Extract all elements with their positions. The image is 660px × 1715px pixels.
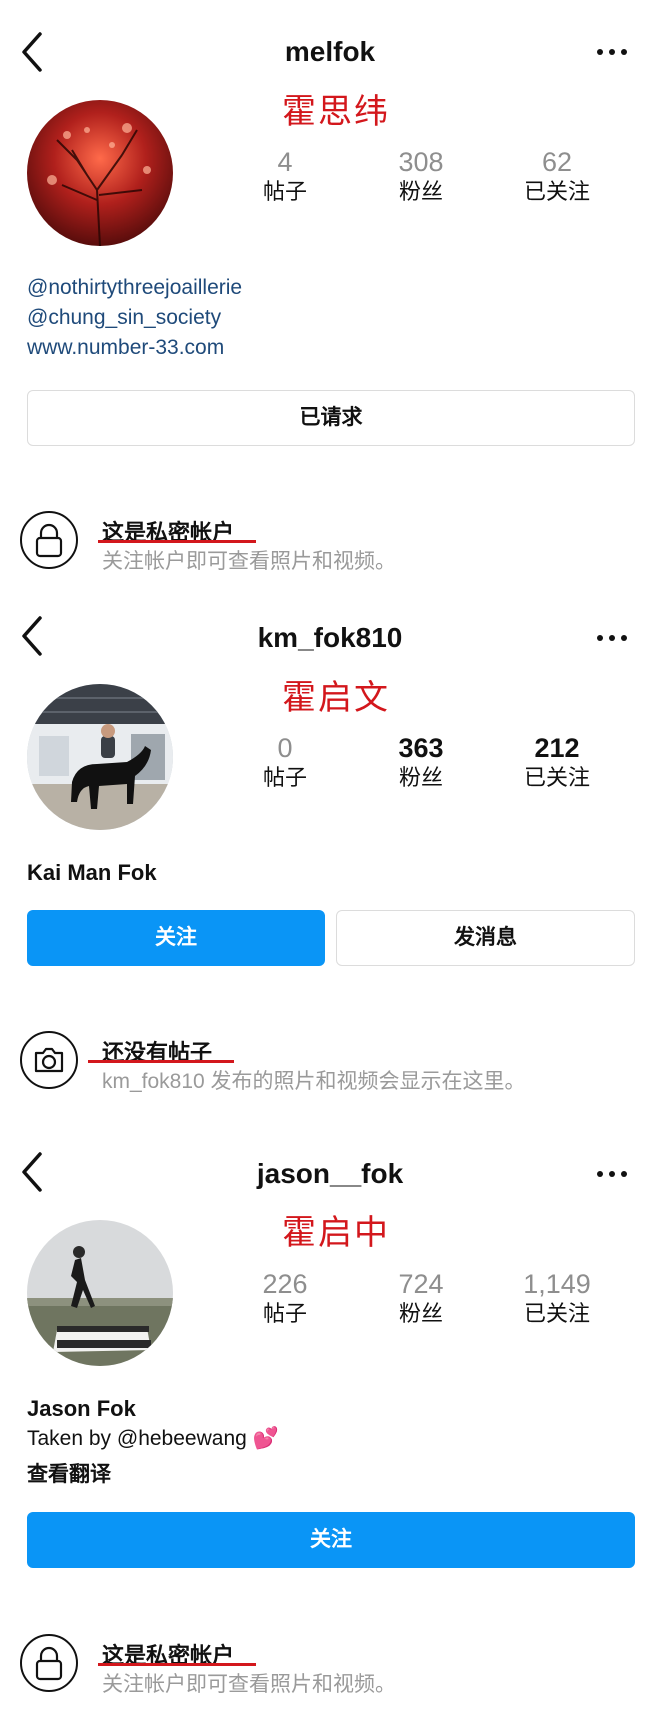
lock-icon	[20, 1634, 78, 1692]
no-posts-subtitle: km_fok810 发布的照片和视频会显示在这里。	[102, 1070, 526, 1093]
more-dots-icon[interactable]	[592, 628, 632, 653]
stat-followers-label: 粉丝	[398, 1301, 443, 1326]
avatar[interactable]	[27, 100, 173, 246]
more-dots-icon[interactable]	[592, 1164, 632, 1189]
camera-icon	[20, 1031, 78, 1089]
lock-icon	[20, 511, 78, 569]
stat-followers[interactable]: 724 粉丝	[361, 1268, 481, 1328]
annotation-chinese-name: 霍思纬	[282, 92, 390, 132]
private-account-subtitle: 关注帐户即可查看照片和视频。	[102, 1673, 396, 1696]
annotation-chinese-name: 霍启中	[282, 1213, 390, 1253]
annotation-underline	[98, 1663, 256, 1666]
bio-text: Taken by @hebeewang 💕	[27, 1427, 279, 1450]
see-translation-link[interactable]: 查看翻译	[27, 1458, 111, 1488]
profile-username: melfok	[284, 36, 376, 67]
bio-link-1[interactable]: @nothirtythreejoaillerie	[27, 276, 242, 300]
stat-followers[interactable]: 363 粉丝	[361, 732, 481, 792]
profile-username: km_fok810	[257, 622, 403, 653]
stat-following-label: 已关注	[523, 1301, 590, 1326]
follow-button[interactable]: 关注	[27, 1512, 635, 1568]
requested-button[interactable]: 已请求	[27, 390, 635, 446]
stat-following-count: 62	[541, 147, 573, 177]
stat-followers-label: 粉丝	[398, 765, 443, 790]
message-button[interactable]: 发消息	[336, 910, 635, 966]
display-name: Kai Man Fok	[27, 860, 157, 885]
stat-following-label: 已关注	[523, 765, 590, 790]
annotation-underline	[98, 540, 256, 543]
profile-username: jason__fok	[256, 1158, 404, 1189]
stat-followers-label: 粉丝	[398, 179, 443, 204]
stat-following[interactable]: 1,149 已关注	[497, 1268, 617, 1328]
private-account-subtitle: 关注帐户即可查看照片和视频。	[102, 550, 396, 573]
annotation-chinese-name: 霍启文	[282, 678, 390, 718]
avatar[interactable]	[27, 684, 173, 830]
more-dots-icon[interactable]	[592, 42, 632, 67]
stat-followers-count: 724	[398, 1269, 444, 1299]
stat-posts-label: 帖子	[262, 179, 307, 204]
stat-following[interactable]: 212 已关注	[497, 732, 617, 792]
stat-posts-label: 帖子	[262, 1301, 307, 1326]
stat-following-count: 1,149	[523, 1269, 591, 1299]
display-name: Jason Fok	[27, 1396, 136, 1421]
bio-link-2[interactable]: @chung_sin_society	[27, 306, 221, 330]
stat-followers-count: 363	[398, 733, 444, 763]
stat-following-label: 已关注	[523, 179, 590, 204]
stat-following[interactable]: 62 已关注	[497, 146, 617, 206]
stat-posts-count: 0	[277, 733, 293, 763]
stat-posts-count: 226	[262, 1269, 308, 1299]
stat-following-count: 212	[534, 733, 580, 763]
bio-website-link[interactable]: www.number-33.com	[27, 336, 224, 360]
annotation-underline	[88, 1060, 234, 1063]
stat-posts-label: 帖子	[262, 765, 307, 790]
stat-posts-count: 4	[277, 147, 293, 177]
stat-followers[interactable]: 308 粉丝	[361, 146, 481, 206]
stat-posts[interactable]: 226 帖子	[225, 1268, 345, 1328]
stat-posts[interactable]: 0 帖子	[225, 732, 345, 792]
avatar[interactable]	[27, 1220, 173, 1366]
stat-followers-count: 308	[398, 147, 444, 177]
stat-posts[interactable]: 4 帖子	[225, 146, 345, 206]
follow-button[interactable]: 关注	[27, 910, 325, 966]
